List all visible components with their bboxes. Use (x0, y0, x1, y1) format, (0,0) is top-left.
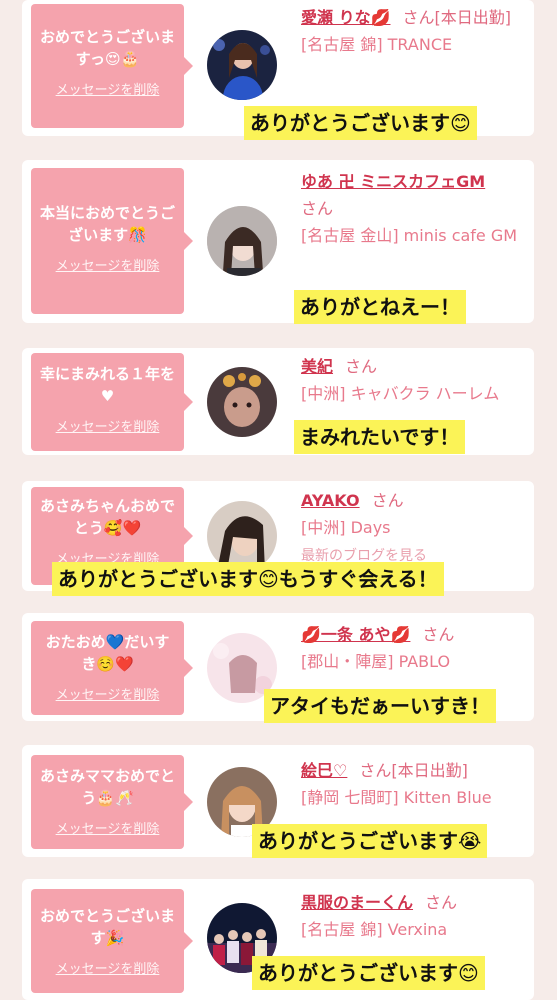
status-badge: [本日出勤] (434, 8, 512, 27)
avatar[interactable] (207, 30, 277, 100)
delete-message-link[interactable]: メッセージを削除 (39, 684, 176, 703)
honorific: さん (422, 625, 455, 644)
reply-highlight: まみれたいです！ (294, 420, 466, 454)
honorific: さん (301, 199, 334, 218)
delete-message-link[interactable]: メッセージを削除 (39, 416, 176, 435)
honorific: さん (345, 357, 378, 376)
reply-highlight: ありがとうございます😊 (252, 956, 485, 990)
user-name-link[interactable]: 💋一条 あや💋 (301, 625, 410, 644)
shop-info: [静岡 七間町] Kitten Blue (301, 788, 492, 807)
user-info: 美紀 さん [中洲] キャバクラ ハーレム (301, 353, 533, 407)
delete-message-link[interactable]: メッセージを削除 (39, 958, 176, 977)
message-text: おめでとうございますっ😍🎂 (39, 28, 175, 68)
shop-info: [名古屋 金山] minis cafe GM (301, 226, 518, 245)
user-name-link[interactable]: ゆあ 卍 ミニスカフェGM (301, 172, 485, 191)
delete-message-link[interactable]: メッセージを削除 (39, 255, 176, 274)
message-text: 本当におめでとうございます🎊 (39, 204, 175, 244)
message-text: おたおめ💙だいすき☺️❤️ (45, 633, 170, 673)
message-bubble: 本当におめでとうございます🎊 メッセージを削除 (31, 168, 193, 314)
reply-highlight: ありがとうございます😊 (244, 106, 477, 140)
message-text: おめでとうございます🎉 (39, 907, 175, 947)
user-info: ゆあ 卍 ミニスカフェGM さん [名古屋 金山] minis cafe GM (301, 168, 533, 249)
shop-info: [中洲] Days (301, 518, 391, 537)
avatar[interactable] (207, 367, 277, 437)
user-name-link[interactable]: 黒服のまーくん (301, 893, 413, 912)
user-name-link[interactable]: 美紀 (301, 357, 333, 376)
message-bubble: 幸にまみれる１年を♥ メッセージを削除 (31, 353, 193, 451)
user-info: AYAKO さん [中洲] Days 最新のブログを見る (301, 487, 533, 570)
message-text: あさみママおめでとう🎂🥂 (39, 767, 175, 807)
user-name-link[interactable]: 絵巳♡ (301, 761, 347, 780)
message-text: あさみちゃんおめでとう🥰❤️ (39, 497, 175, 537)
user-name-link[interactable]: 愛瀬 りな💋 (301, 8, 391, 27)
message-bubble: おたおめ💙だいすき☺️❤️ メッセージを削除 (31, 621, 193, 715)
honorific: さん (402, 8, 435, 27)
delete-message-link[interactable]: メッセージを削除 (39, 79, 176, 98)
delete-message-link[interactable]: メッセージを削除 (39, 818, 176, 837)
message-bubble: おめでとうございます🎉 メッセージを削除 (31, 889, 193, 993)
shop-info: [名古屋 錦] Verxina (301, 920, 448, 939)
shop-info: [中洲] キャバクラ ハーレム (301, 384, 500, 403)
avatar[interactable] (207, 501, 277, 571)
honorific: さん (425, 893, 458, 912)
user-name-link[interactable]: AYAKO (301, 491, 360, 510)
message-bubble: おめでとうございますっ😍🎂 メッセージを削除 (31, 4, 193, 128)
shop-info: [郡山・陣屋] PABLO (301, 652, 451, 671)
user-info: 愛瀬 りな💋 さん[本日出勤] [名古屋 錦] TRANCE (301, 4, 533, 58)
message-text: 幸にまみれる１年を♥ (39, 365, 175, 405)
user-info: 黒服のまーくん さん [名古屋 錦] Verxina (301, 889, 533, 943)
user-info: 絵巳♡ さん[本日出勤] [静岡 七間町] Kitten Blue (301, 757, 533, 811)
honorific: さん (371, 491, 404, 510)
reply-highlight: アタイもだぁーいすき！ (264, 689, 496, 723)
avatar[interactable] (207, 206, 277, 276)
honorific: さん (359, 761, 392, 780)
shop-info: [名古屋 錦] TRANCE (301, 35, 453, 54)
message-bubble: あさみママおめでとう🎂🥂 メッセージを削除 (31, 755, 193, 849)
reply-highlight: ありがとうございます😭 (252, 824, 488, 858)
reply-highlight: ありがとうございます😊もうすぐ会える！ (52, 562, 444, 596)
reply-highlight: ありがとねえー！ (294, 290, 466, 324)
status-badge: [本日出勤] (391, 761, 468, 780)
user-info: 💋一条 あや💋 さん [郡山・陣屋] PABLO (301, 621, 533, 675)
